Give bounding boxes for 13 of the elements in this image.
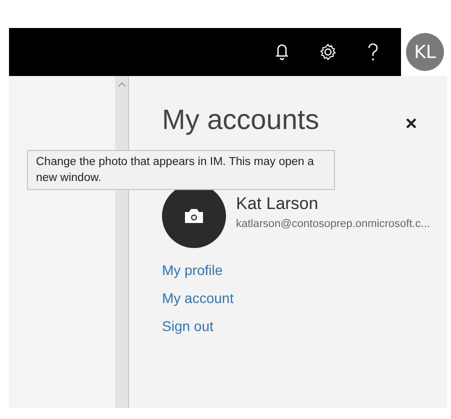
help-icon[interactable] — [367, 42, 379, 62]
account-link[interactable]: My profile — [162, 262, 223, 278]
tooltip: Change the photo that appears in IM. This may open a new window. — [27, 150, 335, 190]
account-link[interactable]: Sign out — [162, 318, 214, 334]
settings-icon[interactable] — [319, 43, 337, 61]
camera-icon — [184, 208, 204, 224]
close-button[interactable]: × — [403, 114, 419, 134]
bell-icon[interactable] — [275, 43, 289, 61]
account-link[interactable]: My account — [162, 290, 234, 306]
avatar-button[interactable]: KL — [406, 33, 444, 71]
account-name: Kat Larson — [236, 194, 320, 214]
panel-title: My accounts — [162, 104, 320, 136]
account-email: katlarson@contosoprep.onmicrosoft.c... — [236, 218, 430, 230]
